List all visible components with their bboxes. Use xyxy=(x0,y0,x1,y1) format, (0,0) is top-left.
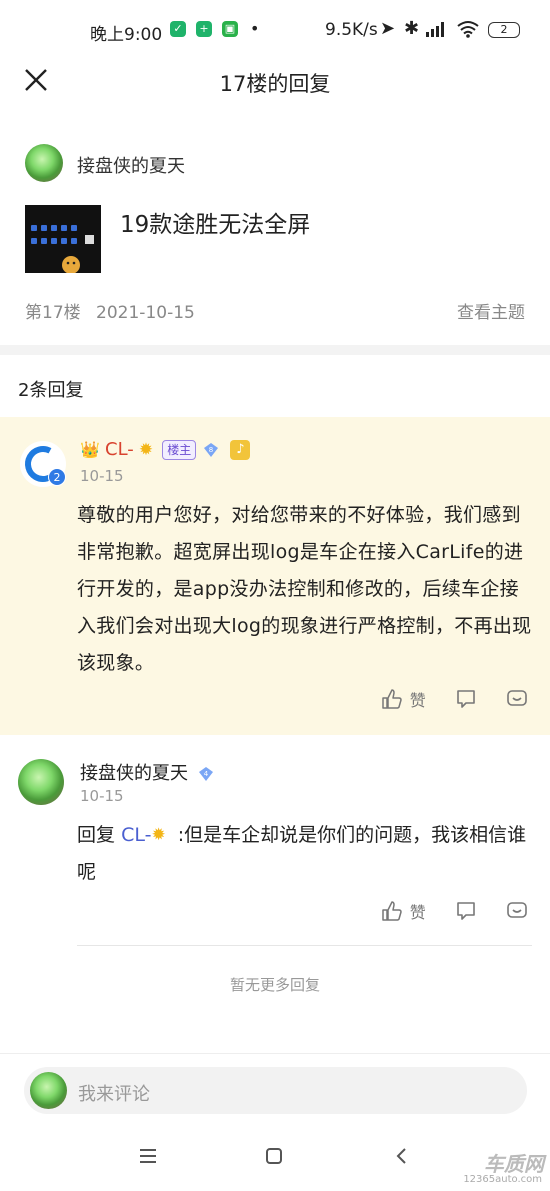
section-divider xyxy=(0,345,550,355)
thumbnail-image xyxy=(25,205,101,273)
signal-icon xyxy=(426,22,444,37)
reply-author-row: 接盘侠的夏天 4 xyxy=(80,759,214,785)
more-icon xyxy=(507,690,527,706)
page-title: 17楼的回复 xyxy=(219,72,331,96)
comment-input[interactable]: 我来评论 xyxy=(24,1067,527,1114)
reply-divider xyxy=(77,945,532,946)
reply-date: 10-15 xyxy=(80,787,124,805)
op-tag: 楼主 xyxy=(162,439,197,460)
sun-icon: ✹ xyxy=(151,825,166,845)
back-icon[interactable] xyxy=(392,1146,412,1166)
post-date: 2021-10-15 xyxy=(96,303,195,323)
svg-text:8: 8 xyxy=(209,446,213,454)
more-icon xyxy=(507,902,527,918)
wifi-icon xyxy=(457,21,479,38)
location-arrow-icon: ➤ xyxy=(380,18,396,39)
reply-actions: 赞 xyxy=(357,687,528,715)
replies-count: 2条回复 xyxy=(18,380,84,401)
user-level-badge: 2 xyxy=(48,468,66,486)
diamond-level-icon: 4 xyxy=(198,767,213,781)
svg-text:4: 4 xyxy=(204,770,209,778)
topic-title[interactable]: 19款途胜无法全屏 xyxy=(120,205,310,239)
reply-text: 回复 CL-✹:但是车企却说是你们的问题，我该相信谁呢 xyxy=(77,817,532,891)
more-button[interactable] xyxy=(506,688,528,710)
mentioned-user[interactable]: CL- xyxy=(121,824,151,846)
home-icon[interactable] xyxy=(264,1146,284,1166)
like-label: 赞 xyxy=(409,691,426,710)
reply-author-row: 👑 CL- ✹ 楼主 8 ♪ xyxy=(80,439,251,463)
like-label: 赞 xyxy=(409,903,426,922)
like-button[interactable]: 赞 xyxy=(381,899,426,923)
topic-thumbnail[interactable] xyxy=(25,205,101,273)
reply-author-name[interactable]: 接盘侠的夏天 xyxy=(80,763,188,784)
diamond-level-icon: 8 xyxy=(204,442,219,457)
comment-button[interactable] xyxy=(455,688,477,710)
store-app-icon: ▣ xyxy=(222,21,238,37)
thumbs-up-icon xyxy=(381,901,402,921)
reply-item: 2 👑 CL- ✹ 楼主 8 ♪ 10-15 尊敬的用户您好，对给您带来的不好体… xyxy=(0,417,550,735)
avatar[interactable] xyxy=(25,144,63,182)
crown-icon: 👑 xyxy=(80,440,100,459)
notification-dot-icon: • xyxy=(250,19,260,38)
comment-placeholder: 我来评论 xyxy=(78,1084,150,1105)
shield-app-icon: ✓ xyxy=(170,21,186,37)
post-author-name[interactable]: 接盘侠的夏天 xyxy=(77,152,185,178)
bluetooth-icon: ✱ xyxy=(404,18,420,39)
like-button[interactable]: 赞 xyxy=(381,687,426,711)
security-app-icon: + xyxy=(196,21,212,37)
reply-author-name[interactable]: CL- xyxy=(105,439,134,460)
bottom-divider xyxy=(0,1053,550,1054)
reply-prefix: 回复 xyxy=(77,824,116,846)
status-bar: 晚上9:00 ✓ + ▣ • 9.5K/s ➤ ✱ 2 xyxy=(0,0,550,60)
battery-icon: 2 xyxy=(488,22,520,38)
music-badge-icon: ♪ xyxy=(230,439,251,460)
thumbs-up-icon xyxy=(381,689,402,709)
comment-icon xyxy=(457,690,475,708)
floor-number: 第17楼 xyxy=(25,303,81,323)
post-meta: 第17楼 2021-10-15 xyxy=(25,298,195,323)
reply-date: 10-15 xyxy=(80,467,124,485)
comment-button[interactable] xyxy=(455,900,477,922)
reply-text: 尊敬的用户您好，对给您带来的不好体验，我们感到非常抱歉。超宽屏出现log是车企在… xyxy=(77,504,532,674)
watermark-url: 12365auto.com xyxy=(463,1174,542,1185)
status-time: 晚上9:00 xyxy=(90,25,163,45)
reply-actions: 赞 xyxy=(357,899,528,927)
more-button[interactable] xyxy=(506,900,528,922)
menu-icon[interactable] xyxy=(138,1146,158,1166)
reply-item: 接盘侠的夏天 4 10-15 回复 CL-✹:但是车企却说是你们的问题，我该相信… xyxy=(0,735,550,947)
avatar[interactable] xyxy=(18,759,64,805)
view-topic-link[interactable]: 查看主题 xyxy=(457,298,525,323)
watermark-logo: 车质网 xyxy=(484,1152,544,1176)
network-speed: 9.5K/s xyxy=(325,20,378,40)
comment-icon xyxy=(457,902,475,920)
no-more-replies: 暂无更多回复 xyxy=(229,976,320,994)
avatar xyxy=(30,1072,67,1109)
sun-icon: ✹ xyxy=(138,439,154,460)
page-header: 17楼的回复 xyxy=(0,60,550,102)
